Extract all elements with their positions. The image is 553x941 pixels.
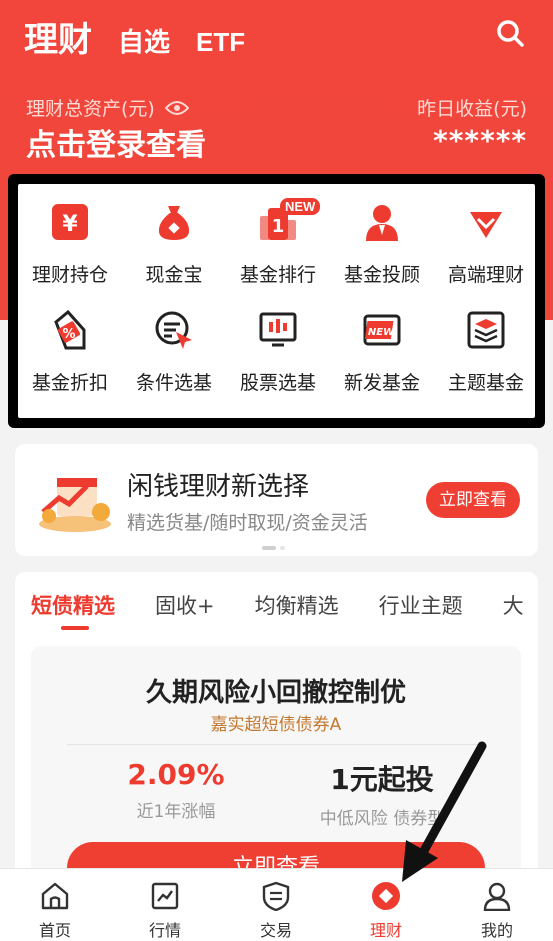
yesterday-label: 昨日收益(元): [417, 98, 527, 120]
asset-label: 理财总资产(元): [26, 94, 189, 121]
login-prompt[interactable]: 点击登录查看: [26, 120, 206, 164]
return-stat: 2.09% 近1年涨幅: [91, 758, 261, 822]
divider: [67, 744, 485, 745]
shield-trade-icon: [262, 881, 290, 911]
stock-chart-icon: [259, 312, 297, 347]
menu-item-stock-fund[interactable]: 股票选基: [226, 292, 330, 394]
product-card[interactable]: 久期风险小回撤控制优 嘉实超短债债券A 2.09% 近1年涨幅 1元起投 中低风…: [31, 646, 521, 892]
new-tag-icon: NEW: [363, 314, 401, 346]
nav-trade[interactable]: 交易: [221, 869, 331, 941]
new-badge: NEW: [280, 198, 321, 215]
risk-label: 中低风险 债券型: [319, 809, 445, 829]
category-tabs: 短债精选 固收+ 均衡精选 行业主题 大: [31, 590, 538, 620]
menu-label: 理财持仓: [31, 264, 108, 286]
wealth-diamond-icon: [372, 882, 400, 910]
bottom-nav: 首页 行情 交易 理财 我的: [0, 868, 553, 941]
menu-label: 基金投顾: [343, 264, 420, 286]
menu-label: 新发基金: [343, 372, 420, 394]
tab-fixed-income[interactable]: 固收+: [155, 590, 215, 620]
svg-text:¥: ¥: [62, 212, 78, 237]
nav-label: 理财: [369, 921, 402, 940]
menu-item-ranking[interactable]: 1 NEW 基金排行: [226, 184, 330, 286]
user-icon: [483, 882, 511, 911]
product-section: 短债精选 固收+ 均衡精选 行业主题 大 久期风险小回撤控制优 嘉实超短债债券A…: [15, 572, 538, 892]
trend-chart-icon: [151, 882, 179, 910]
active-tab-indicator: [61, 626, 89, 630]
banner-view-button[interactable]: 立即查看: [426, 482, 520, 518]
menu-item-discount[interactable]: % 基金折扣: [18, 292, 122, 394]
carousel-indicator: [262, 546, 289, 550]
menu-label: 主题基金: [447, 372, 524, 394]
tab-industry[interactable]: 行业主题: [379, 590, 463, 620]
nav-market[interactable]: 行情: [110, 869, 220, 941]
svg-text:%: %: [62, 327, 75, 342]
menu-highlight-box: ¥ 理财持仓 现金宝 1 NEW 基金排行 基金投顾 高端理财 % 基金折扣 条…: [8, 174, 545, 428]
asset-label-text: 理财总资产(元): [26, 98, 155, 120]
top-tabs: 理财 自选 ETF: [24, 12, 245, 61]
eye-icon[interactable]: [164, 100, 189, 116]
home-icon: [41, 882, 69, 910]
yen-box-icon: ¥: [52, 204, 88, 240]
tab-watchlist[interactable]: 自选: [118, 22, 170, 59]
finance-illustration-icon: [39, 478, 111, 532]
menu-item-holdings[interactable]: ¥ 理财持仓: [18, 184, 122, 286]
menu-label: 股票选基: [239, 372, 316, 394]
svg-text:1: 1: [272, 216, 285, 237]
tab-more[interactable]: 大: [503, 590, 524, 620]
layers-icon: [467, 311, 505, 349]
return-value: 2.09%: [127, 758, 225, 791]
banner-subtitle: 精选货基/随时取现/资金灵活: [127, 512, 368, 534]
tab-licai[interactable]: 理财: [24, 12, 92, 61]
banner-title: 闲钱理财新选择: [127, 472, 310, 502]
return-label: 近1年涨幅: [136, 802, 216, 822]
advisor-icon: [366, 205, 398, 241]
product-fund-name: 嘉实超短债债券A: [210, 715, 342, 735]
nav-label: 我的: [480, 921, 513, 940]
menu-item-advisor[interactable]: 基金投顾: [330, 184, 434, 286]
nav-home[interactable]: 首页: [0, 869, 110, 941]
filter-cursor-icon: [155, 311, 192, 349]
diamond-icon: [470, 212, 502, 238]
carousel-dot: [280, 546, 285, 550]
nav-profile[interactable]: 我的: [442, 869, 552, 941]
nav-label: 首页: [38, 921, 71, 940]
carousel-dot-active: [262, 546, 276, 550]
discount-tag-icon: %: [54, 310, 86, 350]
menu-grid: ¥ 理财持仓 现金宝 1 NEW 基金排行 基金投顾 高端理财 % 基金折扣 条…: [18, 184, 535, 418]
tab-balanced[interactable]: 均衡精选: [255, 590, 339, 620]
svg-text:NEW: NEW: [368, 327, 395, 338]
menu-item-filter[interactable]: 条件选基: [122, 292, 226, 394]
menu-label: 高端理财: [447, 264, 524, 286]
min-invest-value: 1元起投: [330, 763, 434, 796]
tab-short-bond[interactable]: 短债精选: [31, 590, 115, 620]
menu-item-premium[interactable]: 高端理财: [434, 184, 538, 286]
yesterday-value: ******: [433, 124, 527, 157]
promo-banner[interactable]: 闲钱理财新选择 精选货基/随时取现/资金灵活 立即查看: [15, 444, 538, 556]
menu-label: 基金折扣: [31, 372, 108, 394]
menu-item-cash[interactable]: 现金宝: [122, 184, 226, 286]
menu-label: 现金宝: [145, 264, 203, 286]
nav-wealth[interactable]: 理财: [331, 869, 441, 941]
money-bag-icon: [158, 206, 190, 240]
min-invest-stat: 1元起投 中低风险 债券型: [297, 758, 467, 829]
tab-etf[interactable]: ETF: [196, 27, 245, 58]
nav-label: 交易: [259, 921, 292, 940]
search-icon[interactable]: [495, 18, 525, 48]
menu-label: 基金排行: [239, 264, 316, 286]
nav-label: 行情: [148, 921, 181, 940]
menu-item-new-fund[interactable]: NEW 新发基金: [330, 292, 434, 394]
product-title: 久期风险小回撤控制优: [145, 678, 406, 708]
menu-item-theme-fund[interactable]: 主题基金: [434, 292, 538, 394]
menu-label: 条件选基: [135, 372, 212, 394]
